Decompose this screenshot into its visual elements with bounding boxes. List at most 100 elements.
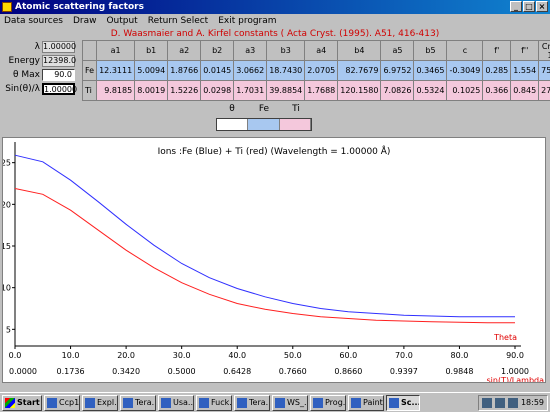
table-cell: 0.285: [482, 60, 512, 81]
table-cell: 0.0298: [200, 80, 235, 101]
x2-tick-label: 1.0000: [501, 367, 529, 376]
clock[interactable]: 18:59: [521, 398, 544, 407]
minimize-button[interactable]: _: [510, 1, 522, 12]
legend-fe-swatch[interactable]: [248, 119, 280, 130]
col-header: b2: [200, 40, 235, 61]
fe-series-line: [14, 154, 515, 318]
lambda-label: λ: [34, 41, 40, 52]
col-header: a4: [304, 40, 339, 61]
taskbar-item-label: WS_...: [287, 398, 307, 407]
y-tick-label: 25: [3, 159, 11, 168]
y-tick-label: 5: [6, 325, 11, 334]
col-header: a3: [233, 40, 268, 61]
x-tick-label: 90.0: [506, 351, 524, 360]
explorer-icon: [85, 397, 95, 408]
tray-icon[interactable]: [494, 397, 505, 408]
row-label: Ti: [81, 80, 98, 101]
ti-series-line: [14, 188, 515, 324]
table-cell: 8.0019: [134, 80, 169, 101]
legend-theta-label: θ: [229, 104, 235, 114]
x-axis-title: Theta: [493, 333, 517, 342]
windows-logo-icon: [5, 397, 15, 408]
terminal-icon: [237, 397, 247, 408]
col-header: c: [446, 40, 484, 61]
taskbar-item-label: Paint...: [363, 398, 383, 407]
x-tick-label: 10.0: [62, 351, 80, 360]
plot-area: 5 10 15 20 25 0.0 0.0000 10.0 0.1736 20.0 0.3420 30…: [1, 137, 546, 385]
speaker-icon[interactable]: [507, 397, 518, 408]
y-tick-label: 10: [3, 284, 11, 293]
scattering-chart: 5 10 15 20 25 0.0 0.0000 10.0 0.1736 20.0 0.3420 30…: [1, 142, 545, 385]
menu-bar: Data sources Draw Output Return Select E…: [0, 14, 550, 28]
ftp-icon: [275, 397, 285, 408]
menu-exit-program[interactable]: Exit program: [218, 16, 276, 26]
table-cell: 0.366: [482, 80, 512, 101]
y-tick-label: 15: [3, 242, 11, 251]
document-icon: [199, 397, 209, 408]
x2-tick-label: 0.3420: [112, 367, 140, 376]
x-tick-label: 40.0: [228, 351, 246, 360]
taskbar: Start Ccp14 Expl... Tera... Usa... Fuck.…: [0, 392, 550, 412]
taskbar-item-label: Usa...: [173, 398, 194, 407]
taskbar-item[interactable]: Tera...: [120, 394, 156, 411]
table-cell: 750.: [538, 60, 550, 81]
lambda-row: λ 1.00000: [2, 40, 78, 53]
menu-output[interactable]: Output: [106, 16, 137, 26]
legend-ti-label: Ti: [292, 104, 300, 114]
maximize-button[interactable]: □: [523, 1, 535, 12]
table-cell: 1.7031: [233, 80, 268, 101]
taskbar-item[interactable]: Fuck...: [196, 394, 232, 411]
table-cell: 5.0094: [134, 60, 169, 81]
theta-max-field[interactable]: 90.0: [42, 68, 75, 81]
document-icon: [161, 397, 171, 408]
taskbar-item-label: Ccp14: [59, 398, 80, 407]
table-cell: 39.8854: [266, 80, 306, 101]
x2-tick-label: 0.5000: [168, 367, 196, 376]
taskbar-item-label: Tera...: [249, 398, 269, 407]
table-cell: 9.8185: [96, 80, 136, 101]
taskbar-item[interactable]: Prog...: [310, 394, 346, 411]
col-header: a2: [167, 40, 202, 61]
window-title-bar[interactable]: Atomic scattering factors _ □ ×: [0, 0, 550, 14]
program-icon: [313, 397, 323, 408]
energy-field[interactable]: 12398.0: [42, 54, 76, 67]
col-header: a1: [96, 40, 136, 61]
taskbar-item-label: Prog...: [325, 398, 346, 407]
taskbar-item[interactable]: Paint...: [348, 394, 384, 411]
menu-draw[interactable]: Draw: [73, 16, 97, 26]
table-row-ti[interactable]: Ti 9.8185 8.0019 1.5226 0.0298 1.7031 39…: [81, 80, 550, 101]
col-header: b1: [134, 40, 169, 61]
menu-return-select[interactable]: Return Select: [148, 16, 209, 26]
table-cell: 0.845: [510, 80, 540, 101]
system-tray: 18:59: [477, 394, 548, 411]
taskbar-item[interactable]: WS_...: [272, 394, 308, 411]
color-legend: θ Fe Ti: [216, 104, 312, 131]
taskbar-item-label: Tera...: [135, 398, 155, 407]
taskbar-item-active[interactable]: Sc...: [386, 394, 420, 411]
legend-ti-swatch[interactable]: [279, 119, 311, 130]
x2-axis-title: sin(T)/Lambda: [487, 376, 545, 382]
table-cell: 1.554: [510, 60, 540, 81]
close-button[interactable]: ×: [536, 1, 548, 12]
table-row-fe[interactable]: Fe 12.3111 5.0094 1.8766 0.0145 3.0662 1…: [81, 60, 550, 81]
taskbar-item[interactable]: Usa...: [158, 394, 194, 411]
x-tick-label: 0.0: [9, 351, 22, 360]
menu-data-sources[interactable]: Data sources: [4, 16, 63, 26]
table-cell: 18.7430: [266, 60, 306, 81]
lambda-field[interactable]: 1.00000: [42, 40, 76, 53]
taskbar-item[interactable]: Tera...: [234, 394, 270, 411]
col-header: b4: [337, 40, 382, 61]
start-button[interactable]: Start: [2, 394, 42, 411]
y-tick-label: 20: [3, 200, 11, 209]
tray-icon[interactable]: [481, 397, 492, 408]
taskbar-item[interactable]: Expl...: [82, 394, 118, 411]
input-panel: λ 1.00000 Energy 12398.0 θ Max 90.0 Sin(…: [2, 40, 78, 100]
taskbar-item-label: Sc...: [401, 398, 420, 407]
table-cell: -0.3049: [446, 60, 484, 81]
table-cell: 0.5324: [413, 80, 448, 101]
taskbar-item-label: Fuck...: [211, 398, 232, 407]
legend-theta-swatch[interactable]: [217, 119, 249, 130]
taskbar-item[interactable]: Ccp14: [44, 394, 80, 411]
sin-max-field[interactable]: 1.00000: [42, 82, 77, 95]
x-tick-label: 30.0: [173, 351, 191, 360]
